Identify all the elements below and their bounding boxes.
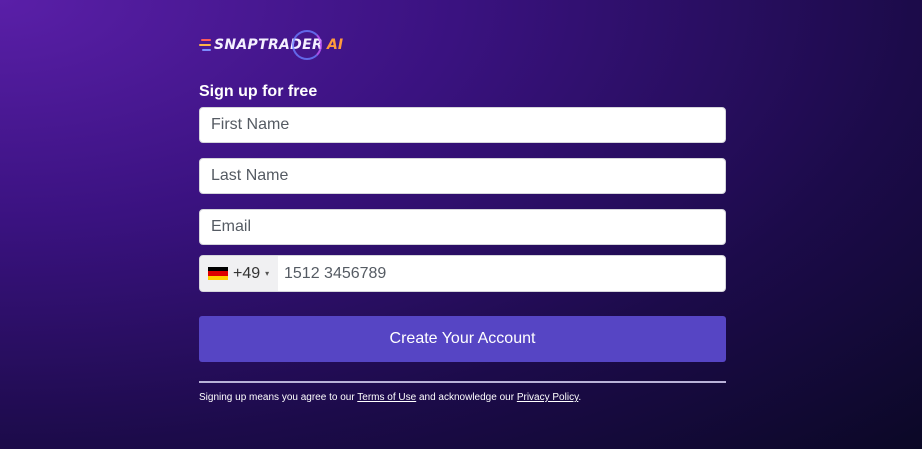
last-name-input[interactable] [199, 158, 726, 194]
email-input[interactable] [199, 209, 726, 245]
logo-ring-icon [292, 30, 322, 60]
create-account-button[interactable]: Create Your Account [199, 316, 726, 362]
germany-flag-icon [208, 267, 228, 280]
form-heading: Sign up for free [199, 83, 318, 100]
snaptrader-logo: SNAPTRADER AI [199, 28, 726, 62]
logo-ai-text: AI [327, 37, 344, 53]
legal-notice: Signing up means you agree to our Terms … [199, 391, 726, 405]
caret-down-icon: ▾ [265, 269, 270, 278]
country-code-select[interactable]: +49 ▾ [200, 256, 278, 291]
dial-code: +49 [233, 264, 261, 282]
legal-suffix: . [578, 392, 582, 403]
logo-speed-lines-icon [199, 39, 211, 51]
divider [199, 381, 726, 383]
privacy-policy-link[interactable]: Privacy Policy [517, 392, 579, 403]
legal-middle: and acknowledge our [418, 392, 515, 403]
phone-field: +49 ▾ [199, 255, 726, 292]
first-name-input[interactable] [199, 107, 726, 143]
phone-input[interactable] [278, 256, 725, 291]
signup-container: SNAPTRADER AI Sign up for free +49 ▾ Cre… [199, 28, 726, 405]
terms-of-use-link[interactable]: Terms of Use [357, 392, 416, 403]
legal-prefix: Signing up means you agree to our [199, 392, 355, 403]
